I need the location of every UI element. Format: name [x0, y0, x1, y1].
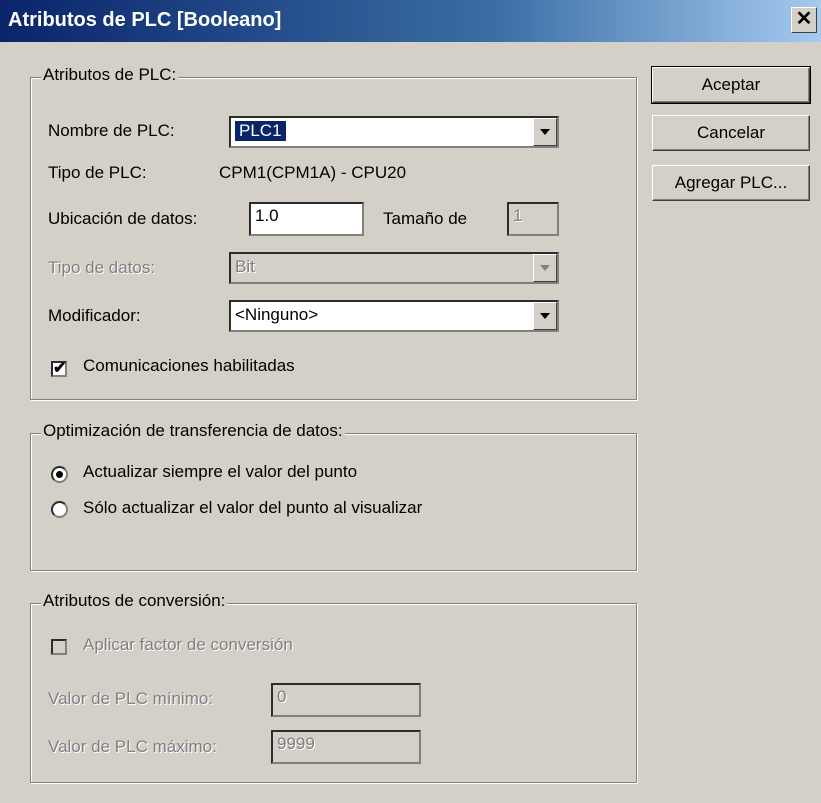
- data-location-label: Ubicación de datos:: [48, 209, 198, 228]
- modifier-label: Modificador:: [48, 306, 141, 325]
- comms-enabled-checkbox[interactable]: ✔: [51, 360, 67, 377]
- min-value-input: 0: [271, 683, 421, 717]
- apply-conversion-checkbox: [51, 639, 67, 655]
- data-type-combo: Bit: [229, 252, 559, 284]
- visible-update-label: Sólo actualizar el valor del punto al vi…: [83, 498, 423, 517]
- plc-name-value: PLC1: [235, 121, 286, 141]
- radio-visible-update[interactable]: [51, 501, 68, 518]
- size-label: Tamaño de: [383, 209, 468, 228]
- radio-always-update[interactable]: [51, 466, 68, 483]
- window-title: Atributos de PLC [Booleano]: [8, 9, 282, 31]
- close-button[interactable]: ✕: [791, 7, 817, 33]
- radio-selected-dot: [56, 471, 63, 478]
- optimization-legend: Optimización de transferencia de datos:: [41, 421, 345, 441]
- plc-type-value: CPM1(CPM1A) - CPU20: [219, 163, 407, 182]
- plc-name-label: Nombre de PLC:: [48, 121, 175, 140]
- checkmark-icon: ✔: [53, 360, 67, 377]
- max-value-label: Valor de PLC máximo:: [48, 737, 217, 756]
- apply-conversion-label: Aplicar factor de conversión: [83, 635, 293, 654]
- comms-enabled-label: Comunicaciones habilitadas: [83, 356, 295, 375]
- plc-type-label: Tipo de PLC:: [48, 163, 147, 182]
- data-location-input[interactable]: 1.0: [249, 202, 364, 236]
- chevron-down-icon[interactable]: [533, 118, 557, 146]
- plc-name-combo[interactable]: PLC1: [229, 116, 559, 148]
- chevron-down-icon: [533, 254, 557, 282]
- chevron-down-icon[interactable]: [533, 302, 557, 330]
- data-type-value: Bit: [235, 257, 255, 276]
- optimization-group: Optimización de transferencia de datos: …: [30, 421, 637, 571]
- cancel-button[interactable]: Cancelar: [652, 115, 810, 151]
- plc-attributes-legend: Atributos de PLC:: [41, 65, 179, 85]
- add-plc-button[interactable]: Agregar PLC...: [652, 165, 810, 201]
- always-update-label: Actualizar siempre el valor del punto: [83, 462, 358, 481]
- data-type-label: Tipo de datos:: [48, 258, 156, 277]
- plc-attributes-dialog: Atributos de PLC [Booleano] ✕ Aceptar Ca…: [0, 0, 821, 803]
- max-value-input: 9999: [271, 730, 421, 764]
- accept-button[interactable]: Aceptar: [651, 66, 811, 104]
- size-input: 1: [507, 202, 559, 236]
- min-value-label: Valor de PLC mínimo:: [48, 689, 214, 708]
- modifier-value: <Ninguno>: [235, 305, 319, 324]
- modifier-combo[interactable]: <Ninguno>: [229, 300, 559, 332]
- plc-attributes-group: Atributos de PLC: Nombre de PLC: PLC1 Ti…: [30, 65, 637, 400]
- close-icon: ✕: [795, 8, 813, 30]
- conversion-group: Atributos de conversión: Aplicar factor …: [30, 591, 637, 783]
- conversion-legend: Atributos de conversión:: [41, 591, 228, 611]
- title-bar: Atributos de PLC [Booleano] ✕: [0, 0, 821, 42]
